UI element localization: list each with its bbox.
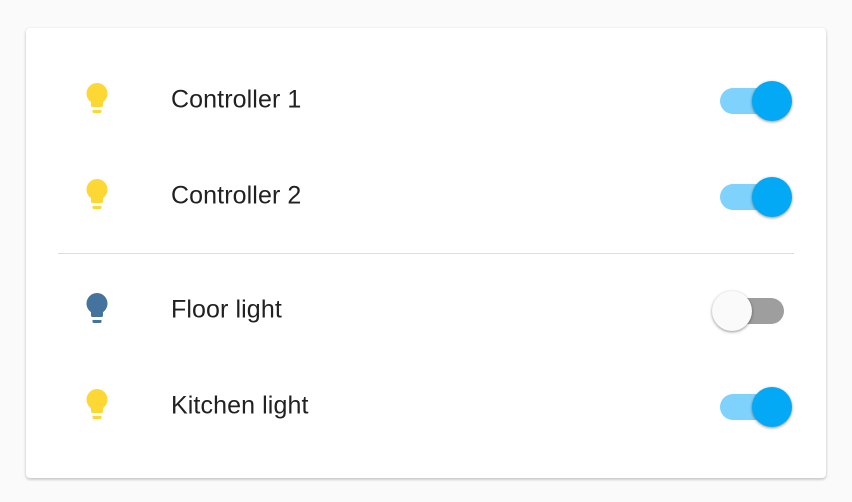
- entity-name[interactable]: Kitchen light: [171, 392, 309, 421]
- entity-toggle[interactable]: [712, 291, 784, 331]
- lightbulb-icon[interactable]: [79, 288, 115, 328]
- toggle-thumb[interactable]: [752, 387, 792, 427]
- lightbulb-icon[interactable]: [79, 174, 115, 214]
- toggle-thumb[interactable]: [712, 291, 752, 331]
- toggle-thumb[interactable]: [752, 177, 792, 217]
- lightbulb-icon[interactable]: [79, 78, 115, 118]
- entity-name[interactable]: Controller 2: [171, 182, 301, 211]
- entity-row-controller-2[interactable]: Controller 2: [26, 148, 826, 244]
- entity-toggle[interactable]: [720, 81, 792, 121]
- entity-name[interactable]: Controller 1: [171, 86, 301, 115]
- entities-card: Controller 1 Controller 2 Floor light Ki: [26, 28, 826, 478]
- entity-toggle[interactable]: [720, 387, 792, 427]
- entity-row-floor-light[interactable]: Floor light: [26, 262, 826, 358]
- entity-name[interactable]: Floor light: [171, 296, 282, 325]
- divider: [58, 253, 794, 254]
- toggle-thumb[interactable]: [752, 81, 792, 121]
- entity-row-kitchen-light[interactable]: Kitchen light: [26, 358, 826, 454]
- entity-toggle[interactable]: [720, 177, 792, 217]
- lightbulb-icon[interactable]: [79, 384, 115, 424]
- entity-row-controller-1[interactable]: Controller 1: [26, 52, 826, 148]
